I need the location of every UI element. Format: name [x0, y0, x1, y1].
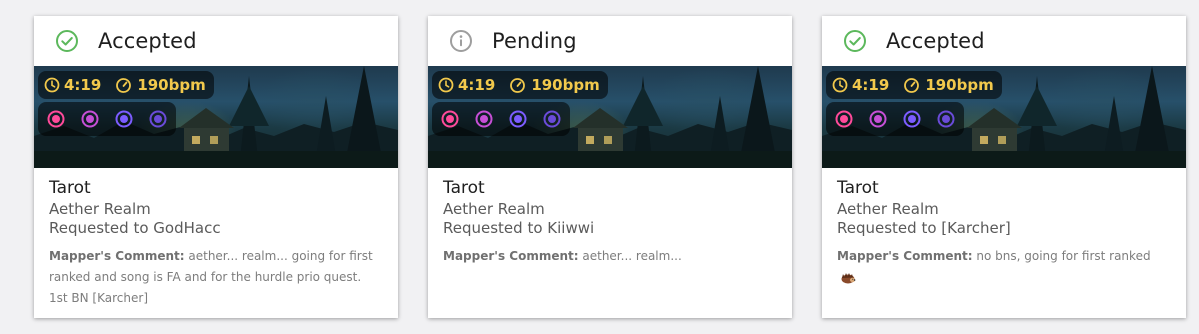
- metronome-icon: [904, 78, 920, 93]
- song-title[interactable]: Tarot: [837, 176, 1171, 200]
- song-artist: Aether Realm: [837, 200, 939, 218]
- bpm-value: 190bpm: [531, 76, 600, 94]
- status-label: Accepted: [98, 29, 197, 53]
- mapper-comment: Mapper's Comment: aether... realm... goi…: [49, 246, 383, 309]
- stats-pill: 4:19 190bpm: [826, 71, 1002, 99]
- request-card[interactable]: Accepted 4:19 190bpm Tarot Aether Realm …: [822, 16, 1186, 318]
- check-circle-icon: [56, 30, 78, 52]
- difficulty-pill: [826, 102, 964, 136]
- check-circle-icon: [844, 30, 866, 52]
- difficulty-icon[interactable]: [441, 110, 459, 128]
- song-artist: Aether Realm: [443, 200, 545, 218]
- hedgehog-icon: [841, 272, 856, 283]
- card-header: Accepted: [34, 16, 398, 66]
- difficulty-pill: [38, 102, 176, 136]
- stats-pill: 4:19 190bpm: [432, 71, 608, 99]
- length-value: 4:19: [458, 76, 496, 94]
- requested-to: Requested to Kiiwwi: [443, 219, 595, 237]
- difficulty-icon[interactable]: [543, 110, 561, 128]
- comment-label: Mapper's Comment:: [49, 249, 185, 263]
- difficulty-icon[interactable]: [509, 110, 527, 128]
- difficulty-icon[interactable]: [903, 110, 921, 128]
- card-header: Accepted: [822, 16, 1186, 66]
- difficulty-icon[interactable]: [835, 110, 853, 128]
- card-body: Tarot Aether Realm Requested to [Karcher…: [822, 168, 1186, 288]
- status-label: Pending: [492, 29, 577, 53]
- comment-label: Mapper's Comment:: [837, 249, 973, 263]
- requested-to: Requested to GodHacc: [49, 219, 221, 237]
- card-body: Tarot Aether Realm Requested to GodHacc …: [34, 168, 398, 309]
- difficulty-icon[interactable]: [869, 110, 887, 128]
- difficulty-icon[interactable]: [115, 110, 133, 128]
- difficulty-icon[interactable]: [475, 110, 493, 128]
- difficulty-icon[interactable]: [149, 110, 167, 128]
- stats-pill: 4:19 190bpm: [38, 71, 214, 99]
- difficulty-icon[interactable]: [47, 110, 65, 128]
- song-artist: Aether Realm: [49, 200, 151, 218]
- difficulty-icon[interactable]: [81, 110, 99, 128]
- requested-to: Requested to [Karcher]: [837, 219, 1011, 237]
- metronome-icon: [116, 78, 132, 93]
- comment-text: no bns, going for first ranked: [976, 249, 1151, 263]
- status-label: Accepted: [886, 29, 985, 53]
- beatmap-banner: 4:19 190bpm: [822, 66, 1186, 168]
- info-circle-icon: [450, 30, 472, 52]
- card-header: Pending: [428, 16, 792, 66]
- metronome-icon: [510, 78, 526, 93]
- song-title[interactable]: Tarot: [443, 176, 777, 200]
- clock-icon: [438, 77, 454, 93]
- card-body: Tarot Aether Realm Requested to Kiiwwi M…: [428, 168, 792, 267]
- mapper-comment: Mapper's Comment: aether... realm...: [443, 246, 777, 267]
- clock-icon: [832, 77, 848, 93]
- clock-icon: [44, 77, 60, 93]
- request-card[interactable]: Pending 4:19 190bpm Tarot Aether Realm R…: [428, 16, 792, 318]
- difficulty-icon[interactable]: [937, 110, 955, 128]
- difficulty-pill: [432, 102, 570, 136]
- song-title[interactable]: Tarot: [49, 176, 383, 200]
- length-value: 4:19: [852, 76, 890, 94]
- mapper-comment: Mapper's Comment: no bns, going for firs…: [837, 246, 1171, 288]
- bpm-value: 190bpm: [137, 76, 206, 94]
- beatmap-banner: 4:19 190bpm: [34, 66, 398, 168]
- beatmap-banner: 4:19 190bpm: [428, 66, 792, 168]
- length-value: 4:19: [64, 76, 102, 94]
- comment-label: Mapper's Comment:: [443, 249, 579, 263]
- comment-text: aether... realm...: [582, 249, 682, 263]
- bpm-value: 190bpm: [925, 76, 994, 94]
- request-card[interactable]: Accepted 4:19 190bpm Tarot Aether Realm …: [34, 16, 398, 318]
